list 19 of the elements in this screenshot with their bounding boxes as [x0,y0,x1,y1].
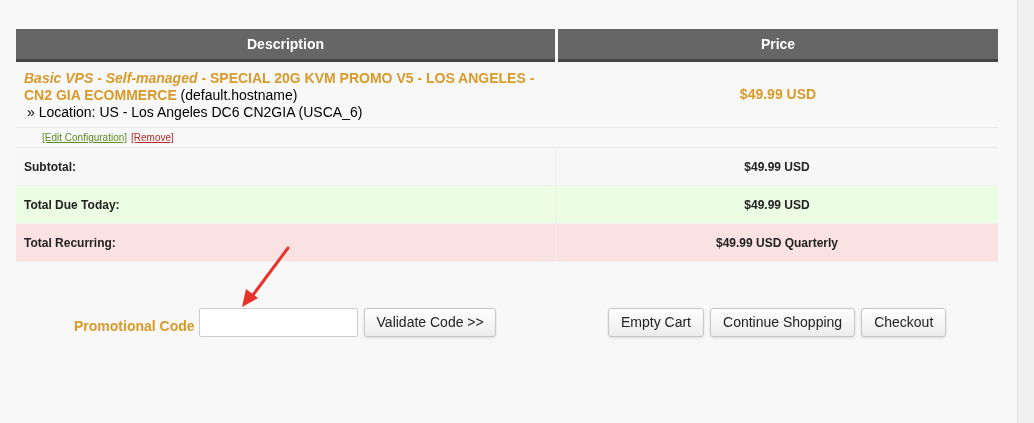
item-price: $49.99 USD [739,85,817,104]
validate-code-button[interactable]: Validate Code >> [363,308,496,337]
product-option: » Location: US - Los Angeles DC6 CN2GIA (USCA_6) [24,104,550,121]
promo-label: Promotional Code [74,316,195,336]
total-value: $49.99 USD [744,158,810,176]
total-value: $49.99 USD [744,196,810,214]
column-header: Price [558,29,998,62]
total-label: Total Recurring: [24,234,116,252]
total-value: $49.99 USD Quarterly [715,234,839,252]
total-label: Subtotal: [24,158,76,176]
cart-action-button[interactable]: Empty Cart [608,308,704,337]
product-description: Basic VPS - Self-managed - SPECIAL 20G KVM PROMO V5 - LOS ANGELES - CN2 GIA ECOMMERCE (default.hostname) [24,70,536,104]
column-header: Description [16,29,555,62]
promo-code-field[interactable] [198,308,358,337]
cart-action-button[interactable]: Checkout [861,308,947,337]
edit-link[interactable]: [Edit Configuration] [42,130,128,145]
total-label: Total Due Today: [24,196,120,214]
remove-link[interactable]: [Remove] [131,130,174,145]
cart-action-button[interactable]: Continue Shopping [710,308,856,337]
